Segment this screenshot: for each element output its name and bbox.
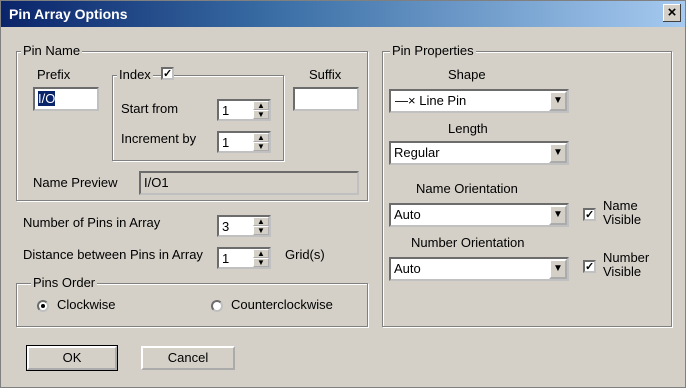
increment-spinner[interactable]: 1 ▲ ▼ [217, 131, 271, 153]
clockwise-label[interactable]: Clockwise [57, 297, 116, 312]
name-visible-checkbox[interactable]: ✓ [583, 208, 596, 221]
number-orientation-dropdown[interactable]: Auto ▼ [389, 257, 569, 281]
pin-distance-spin-buttons[interactable]: ▲ ▼ [253, 249, 269, 267]
shape-value: —× Line Pin [395, 93, 467, 108]
name-preview-field: I/O1 [139, 171, 359, 195]
chevron-down-icon[interactable]: ▼ [549, 143, 567, 163]
pin-distance-unit: Grid(s) [285, 247, 325, 262]
pin-array-options-dialog: Pin Array Options × Pin Name Prefix I/O … [0, 0, 686, 388]
pin-count-label: Number of Pins in Array [23, 215, 161, 230]
name-orientation-dropdown[interactable]: Auto ▼ [389, 203, 569, 227]
pin-properties-legend: Pin Properties [390, 43, 476, 58]
start-from-spin-buttons[interactable]: ▲ ▼ [253, 101, 269, 119]
length-label: Length [448, 121, 488, 136]
index-legend: Index [117, 67, 153, 82]
clockwise-radio[interactable] [37, 300, 49, 312]
spin-up-icon[interactable]: ▲ [253, 217, 269, 226]
index-checkbox[interactable]: ✓ [161, 67, 174, 80]
spin-down-icon[interactable]: ▼ [253, 142, 269, 151]
cancel-button[interactable]: Cancel [141, 346, 235, 370]
spin-down-icon[interactable]: ▼ [253, 226, 269, 235]
number-visible-label[interactable]: Number Visible [603, 251, 649, 279]
spin-up-icon[interactable]: ▲ [253, 249, 269, 258]
suffix-label: Suffix [309, 67, 342, 82]
name-visible-label[interactable]: Name Visible [603, 199, 641, 227]
pin-count-value: 3 [222, 219, 230, 234]
shape-label: Shape [448, 67, 486, 82]
dialog-title: Pin Array Options [9, 6, 128, 22]
chevron-down-icon[interactable]: ▼ [549, 259, 567, 279]
increment-spin-buttons[interactable]: ▲ ▼ [253, 133, 269, 151]
counterclockwise-radio[interactable] [211, 300, 223, 312]
pin-name-legend: Pin Name [21, 43, 83, 58]
ok-button[interactable]: OK [26, 345, 118, 371]
prefix-label: Prefix [37, 67, 71, 82]
pins-order-legend: Pins Order [31, 275, 98, 290]
index-label: Index [119, 67, 151, 82]
pin-distance-label: Distance between Pins in Array [23, 247, 203, 262]
name-orientation-value: Auto [394, 207, 421, 222]
pin-count-spinner[interactable]: 3 ▲ ▼ [217, 215, 271, 237]
pin-count-spin-buttons[interactable]: ▲ ▼ [253, 217, 269, 235]
chevron-down-icon[interactable]: ▼ [549, 205, 567, 225]
spin-up-icon[interactable]: ▲ [253, 133, 269, 142]
close-icon[interactable]: × [663, 4, 681, 22]
number-orientation-label: Number Orientation [411, 235, 525, 250]
length-value: Regular [394, 145, 440, 160]
name-preview-label: Name Preview [33, 175, 118, 190]
radio-selected-dot [41, 304, 45, 308]
pin-distance-spinner[interactable]: 1 ▲ ▼ [217, 247, 271, 269]
line-pin-icon: —× [395, 93, 416, 108]
length-dropdown[interactable]: Regular ▼ [389, 141, 569, 165]
chevron-down-icon[interactable]: ▼ [549, 91, 567, 111]
suffix-input[interactable] [293, 87, 359, 111]
prefix-input[interactable]: I/O [33, 87, 99, 111]
name-preview-value: I/O1 [144, 175, 169, 190]
pin-distance-value: 1 [222, 251, 230, 266]
shape-dropdown[interactable]: —× Line Pin ▼ [389, 89, 569, 113]
prefix-value: I/O [38, 91, 56, 106]
number-visible-checkbox[interactable]: ✓ [583, 260, 596, 273]
counterclockwise-label[interactable]: Counterclockwise [231, 297, 333, 312]
increment-label: Increment by [121, 131, 197, 146]
start-from-label: Start from [121, 101, 179, 116]
name-orientation-label: Name Orientation [416, 181, 518, 196]
increment-value: 1 [222, 135, 230, 150]
start-from-value: 1 [222, 103, 230, 118]
spin-down-icon[interactable]: ▼ [253, 110, 269, 119]
start-from-spinner[interactable]: 1 ▲ ▼ [217, 99, 271, 121]
title-bar: Pin Array Options × [1, 1, 685, 27]
spin-down-icon[interactable]: ▼ [253, 258, 269, 267]
number-orientation-value: Auto [394, 261, 421, 276]
spin-up-icon[interactable]: ▲ [253, 101, 269, 110]
